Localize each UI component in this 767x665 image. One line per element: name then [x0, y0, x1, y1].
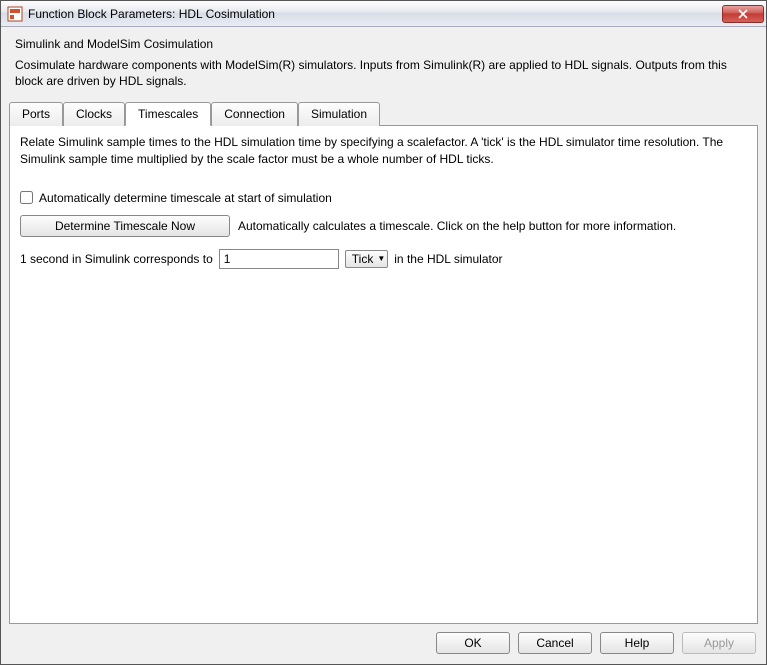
tab-ports[interactable]: Ports — [9, 102, 63, 126]
header-description: Cosimulate hardware components with Mode… — [15, 57, 754, 89]
tab-timescales[interactable]: Timescales — [125, 102, 211, 126]
scale-prefix: 1 second in Simulink corresponds to — [20, 252, 213, 266]
scale-suffix: in the HDL simulator — [394, 252, 502, 266]
ok-button[interactable]: OK — [436, 632, 510, 654]
scale-row: 1 second in Simulink corresponds to Tick… — [20, 249, 747, 269]
dialog-window: Function Block Parameters: HDL Cosimulat… — [0, 0, 767, 665]
determine-hint: Automatically calculates a timescale. Cl… — [238, 219, 676, 233]
header-heading: Simulink and ModelSim Cosimulation — [15, 37, 754, 51]
scale-value-input[interactable] — [219, 249, 339, 269]
header-block: Simulink and ModelSim Cosimulation Cosim… — [1, 27, 766, 95]
close-button[interactable] — [722, 5, 764, 23]
scale-unit-value: Tick — [352, 252, 374, 266]
scale-unit-select[interactable]: Tick ▼ — [345, 250, 388, 268]
close-icon — [738, 9, 748, 19]
help-button[interactable]: Help — [600, 632, 674, 654]
auto-timescale-label: Automatically determine timescale at sta… — [39, 191, 332, 205]
tab-connection[interactable]: Connection — [211, 102, 298, 126]
determine-timescale-button[interactable]: Determine Timescale Now — [20, 215, 230, 237]
tab-row: Ports Clocks Timescales Connection Simul… — [1, 95, 766, 125]
chevron-down-icon: ▼ — [377, 254, 385, 263]
auto-timescale-checkbox[interactable] — [20, 191, 33, 204]
cancel-button[interactable]: Cancel — [518, 632, 592, 654]
determine-row: Determine Timescale Now Automatically ca… — [20, 215, 747, 237]
auto-timescale-checkbox-row[interactable]: Automatically determine timescale at sta… — [20, 191, 747, 205]
timescales-description: Relate Simulink sample times to the HDL … — [20, 134, 747, 166]
titlebar[interactable]: Function Block Parameters: HDL Cosimulat… — [1, 1, 766, 27]
window-title: Function Block Parameters: HDL Cosimulat… — [28, 7, 722, 21]
tab-content-timescales: Relate Simulink sample times to the HDL … — [9, 125, 758, 624]
apply-button[interactable]: Apply — [682, 632, 756, 654]
tab-clocks[interactable]: Clocks — [63, 102, 125, 126]
tab-simulation[interactable]: Simulation — [298, 102, 380, 126]
dialog-footer: OK Cancel Help Apply — [1, 624, 766, 664]
app-icon — [7, 6, 23, 22]
